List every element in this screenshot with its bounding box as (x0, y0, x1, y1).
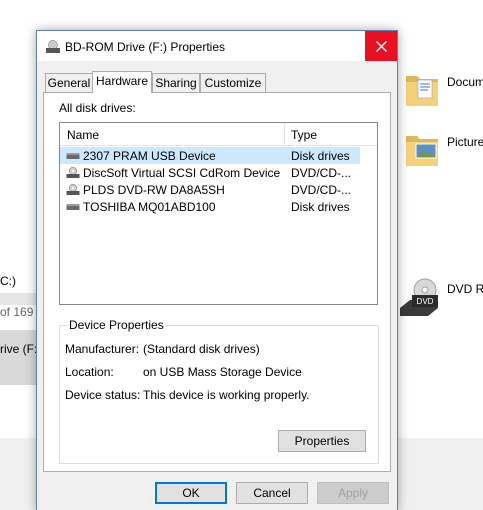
tab-customize[interactable]: Customize (200, 73, 266, 92)
disk-drive-icon (66, 153, 80, 159)
tab-hardware[interactable]: Hardware (92, 71, 152, 93)
all-disk-drives-label: All disk drives: (59, 101, 136, 115)
drive-capacity-bar (0, 293, 37, 305)
column-header-type[interactable]: Type (291, 128, 317, 142)
pictures-label-partial: Picture (447, 135, 483, 149)
tab-sharing[interactable]: Sharing (152, 73, 200, 92)
drive-type: DVD/CD-... (291, 166, 351, 180)
hardware-tab-panel: All disk drives: Name Type 2307 PRAM USB… (43, 92, 391, 472)
optical-drive-icon (66, 167, 80, 178)
location-label: Location: (65, 365, 114, 379)
column-divider[interactable] (284, 123, 285, 145)
apply-button[interactable]: Apply (317, 482, 389, 504)
optical-drive-icon (66, 184, 80, 195)
table-row[interactable]: TOSHIBA MQ01ABD100 Disk drives (60, 198, 360, 215)
close-button[interactable] (365, 31, 397, 61)
nav-item-drive-c-partial[interactable]: C:) (0, 274, 16, 288)
optical-drive-icon (46, 40, 60, 53)
device-status-label: Device status: (65, 388, 141, 402)
dialog-title-bar[interactable]: BD-ROM Drive (F:) Properties (37, 31, 397, 61)
dvd-drive-icon[interactable]: DVD (398, 278, 440, 320)
documents-folder-icon[interactable] (405, 70, 439, 108)
drive-type: Disk drives (291, 200, 350, 214)
ok-button[interactable]: OK (155, 482, 227, 504)
dvd-drive-label-partial: DVD RV (447, 282, 483, 296)
dialog-title: BD-ROM Drive (F:) Properties (65, 40, 226, 54)
cancel-button[interactable]: Cancel (236, 482, 308, 504)
close-icon (375, 40, 387, 52)
drive-type: Disk drives (291, 149, 350, 163)
list-header: Name Type (60, 123, 377, 146)
device-properties-group: Device Properties Manufacturer: (Standar… (59, 318, 379, 464)
table-row[interactable]: DiscSoft Virtual SCSI CdRom Device DVD/C… (60, 164, 360, 181)
location-value: on USB Mass Storage Device (143, 365, 302, 379)
disk-drive-icon (66, 204, 80, 210)
drive-type: DVD/CD-... (291, 183, 351, 197)
drive-properties-dialog: BD-ROM Drive (F:) Properties General Har… (36, 30, 398, 510)
device-properties-legend: Device Properties (67, 318, 166, 332)
drive-name: PLDS DVD-RW DA8A5SH (83, 183, 225, 197)
nav-item-drive-f-selected[interactable] (0, 330, 37, 385)
manufacturer-value: (Standard disk drives) (143, 342, 260, 356)
device-status-value: This device is working properly. (143, 388, 310, 402)
drive-name: DiscSoft Virtual SCSI CdRom Device (83, 166, 281, 180)
tab-strip: General Hardware Sharing Customize (45, 71, 389, 93)
disk-drives-list[interactable]: Name Type 2307 PRAM USB Device Disk driv… (59, 122, 378, 305)
tab-general[interactable]: General (45, 73, 93, 92)
manufacturer-label: Manufacturer: (65, 342, 140, 356)
table-row[interactable]: 2307 PRAM USB Device Disk drives (60, 147, 360, 164)
drive-name: 2307 PRAM USB Device (83, 149, 216, 163)
dvd-badge-label: DVD (417, 297, 434, 306)
column-header-name[interactable]: Name (67, 128, 99, 142)
properties-button[interactable]: Properties (278, 430, 366, 452)
drive-name: TOSHIBA MQ01ABD100 (83, 200, 216, 214)
drive-capacity-text-partial: of 169 (0, 305, 34, 319)
documents-label-partial: Docum (447, 75, 483, 89)
pictures-folder-icon[interactable] (405, 130, 439, 168)
table-row[interactable]: PLDS DVD-RW DA8A5SH DVD/CD-... (60, 181, 360, 198)
